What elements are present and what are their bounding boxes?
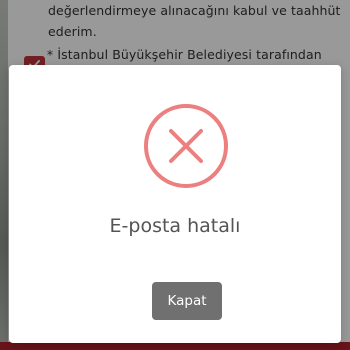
error-dialog: E-posta hatalı Kapat xyxy=(9,65,341,343)
error-message: E-posta hatalı xyxy=(109,215,241,237)
close-button[interactable]: Kapat xyxy=(152,282,222,320)
error-x-circle-icon xyxy=(144,104,228,188)
